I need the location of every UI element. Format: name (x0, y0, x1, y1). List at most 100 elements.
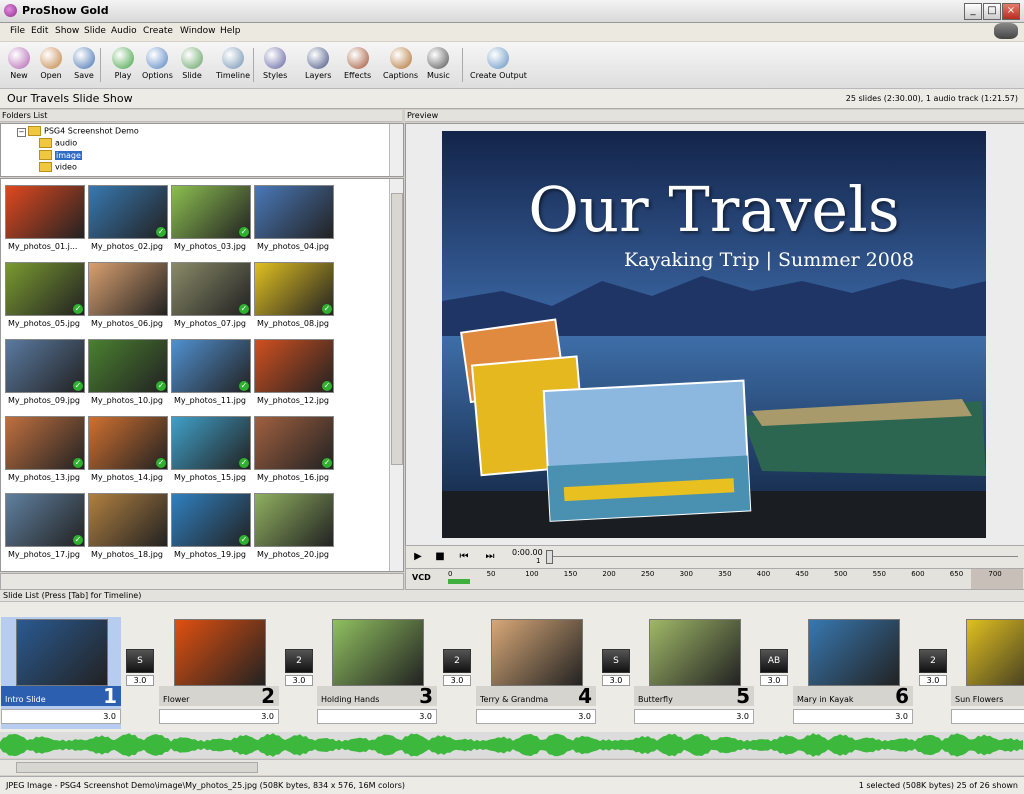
photo-thumbnail[interactable]: ✓ (171, 339, 251, 393)
slide-hscroll[interactable] (0, 759, 1024, 775)
grid-hscroll[interactable] (0, 573, 404, 590)
slide-duration-field[interactable]: 3.0 (159, 709, 279, 724)
slide-duration-field[interactable]: 3.0 (317, 709, 437, 724)
timeline-icon (222, 47, 244, 69)
photo-thumbnail[interactable] (254, 185, 334, 239)
slide-5[interactable]: Butterfly 5 3.0 (634, 617, 754, 729)
photo-filename: My_photos_09.jpg (8, 396, 80, 405)
folder-image[interactable]: image (39, 150, 82, 160)
preview-image[interactable]: Our Travels Kayaking Trip | Summer 2008 (442, 131, 986, 538)
maximize-button[interactable]: □ (983, 3, 1001, 20)
photo-thumbnail[interactable]: ✓ (5, 262, 85, 316)
toolbar-label: Save (74, 71, 94, 80)
transition-4[interactable]: S 3.0 (601, 649, 631, 689)
slide-scroll-thumb[interactable] (16, 762, 258, 773)
folder-audio[interactable]: audio (39, 138, 77, 148)
menu-show[interactable]: Show (55, 26, 79, 36)
transition-duration: 3.0 (919, 675, 947, 686)
photo-thumbnail[interactable] (5, 185, 85, 239)
play-button[interactable]: Play (112, 44, 134, 80)
styles-button[interactable]: Styles (263, 44, 287, 80)
folder-root[interactable]: − PSG4 Screenshot Demo (17, 126, 139, 137)
photo-thumbnail[interactable]: ✓ (88, 185, 168, 239)
slide-duration-field[interactable] (951, 709, 1024, 724)
timeline-button[interactable]: Timeline (216, 44, 250, 80)
slide-6[interactable]: Mary in Kayak 6 3.0 (793, 617, 913, 729)
slide-name-bar: Sun Flowers (951, 686, 1024, 706)
menu-file[interactable]: File (10, 26, 25, 36)
layers-button[interactable]: Layers (305, 44, 331, 80)
folders-scrollbar[interactable] (389, 124, 403, 176)
photo-thumbnail[interactable]: ✓ (254, 339, 334, 393)
next-icon[interactable]: ⏭ (482, 549, 498, 564)
options-button[interactable]: Options (142, 44, 173, 80)
open-button[interactable]: Open (40, 44, 62, 80)
collapse-icon[interactable]: − (17, 127, 26, 137)
menu-help[interactable]: Help (220, 26, 241, 36)
photo-thumbnail[interactable]: ✓ (5, 339, 85, 393)
effects-button[interactable]: Effects (344, 44, 371, 80)
minimize-button[interactable]: _ (964, 3, 982, 20)
photo-thumbnail[interactable] (88, 493, 168, 547)
position-handle[interactable] (546, 550, 553, 564)
transition-3[interactable]: 2 3.0 (442, 649, 472, 689)
slide-duration-field[interactable]: 3.0 (476, 709, 596, 724)
photo-thumbnail[interactable] (88, 262, 168, 316)
transition-1[interactable]: S 3.0 (125, 649, 155, 689)
stop-icon[interactable]: ■ (432, 549, 448, 564)
captions-button[interactable]: Captions (383, 44, 418, 80)
open-icon (40, 47, 62, 69)
slide-4[interactable]: Terry & Grandma 4 3.0 (476, 617, 596, 729)
close-button[interactable]: × (1002, 3, 1020, 20)
photo-thumbnail[interactable]: ✓ (171, 416, 251, 470)
slide-duration-field[interactable]: 3.0 (1, 709, 121, 724)
new-button[interactable]: New (8, 44, 30, 80)
create-output-button[interactable]: Create Output (470, 44, 527, 80)
photo-thumbnail[interactable] (254, 493, 334, 547)
photo-thumbnail[interactable]: ✓ (254, 416, 334, 470)
photo-thumbnail[interactable]: ✓ (171, 493, 251, 547)
prev-icon[interactable]: ⏮ (456, 549, 472, 564)
photo-thumbnail[interactable]: ✓ (171, 262, 251, 316)
transition-2[interactable]: 2 3.0 (284, 649, 314, 689)
menu-window[interactable]: Window (180, 26, 216, 36)
menu-slide[interactable]: Slide (84, 26, 106, 36)
slide-name: Butterfly (638, 695, 673, 704)
menu-audio[interactable]: Audio (111, 26, 137, 36)
photo-thumbnail[interactable]: ✓ (88, 339, 168, 393)
photo-filename: My_photos_06.jpg (91, 319, 163, 328)
toolbar-label: Play (114, 71, 132, 80)
menu-edit[interactable]: Edit (31, 26, 48, 36)
photo-thumbnail[interactable]: ✓ (254, 262, 334, 316)
time-display: 0:00.00 (512, 548, 543, 557)
transition-6[interactable]: 2 3.0 (918, 649, 948, 689)
slide-duration-field[interactable]: 3.0 (793, 709, 913, 724)
grid-scroll-thumb[interactable] (391, 193, 403, 465)
transition-5[interactable]: AB 3.0 (759, 649, 789, 689)
slide-1[interactable]: Intro Slide 1 3.0 (1, 617, 121, 729)
slide-2[interactable]: Flower 2 3.0 (159, 617, 279, 729)
toolbar-label: Slide (182, 71, 202, 80)
folders-tree: − PSG4 Screenshot Demo audio image video (0, 123, 404, 177)
photo-filename: My_photos_10.jpg (91, 396, 163, 405)
slide-name: Holding Hands (321, 695, 380, 704)
grid-scrollbar[interactable] (389, 179, 403, 571)
photo-thumbnail[interactable]: ✓ (5, 416, 85, 470)
slide-duration-field[interactable]: 3.0 (634, 709, 754, 724)
photo-thumbnail[interactable]: ✓ (171, 185, 251, 239)
slide-name-bar: Intro Slide 1 (1, 686, 121, 706)
position-slider[interactable] (548, 556, 1018, 557)
play-icon[interactable]: ▶ (410, 549, 426, 564)
audio-waveform[interactable] (0, 732, 1024, 758)
save-button[interactable]: Save (73, 44, 95, 80)
slide-7[interactable]: Sun Flowers (951, 617, 1024, 729)
toolbar-label: Timeline (216, 71, 251, 80)
photo-thumbnail[interactable]: ✓ (88, 416, 168, 470)
slide-button[interactable]: Slide (181, 44, 203, 80)
photo-thumbnail[interactable]: ✓ (5, 493, 85, 547)
menu-create[interactable]: Create (143, 26, 173, 36)
photo-filename: My_photos_05.jpg (8, 319, 80, 328)
slide-3[interactable]: Holding Hands 3 3.0 (317, 617, 437, 729)
folder-video[interactable]: video (39, 162, 77, 172)
music-button[interactable]: Music (427, 44, 450, 80)
